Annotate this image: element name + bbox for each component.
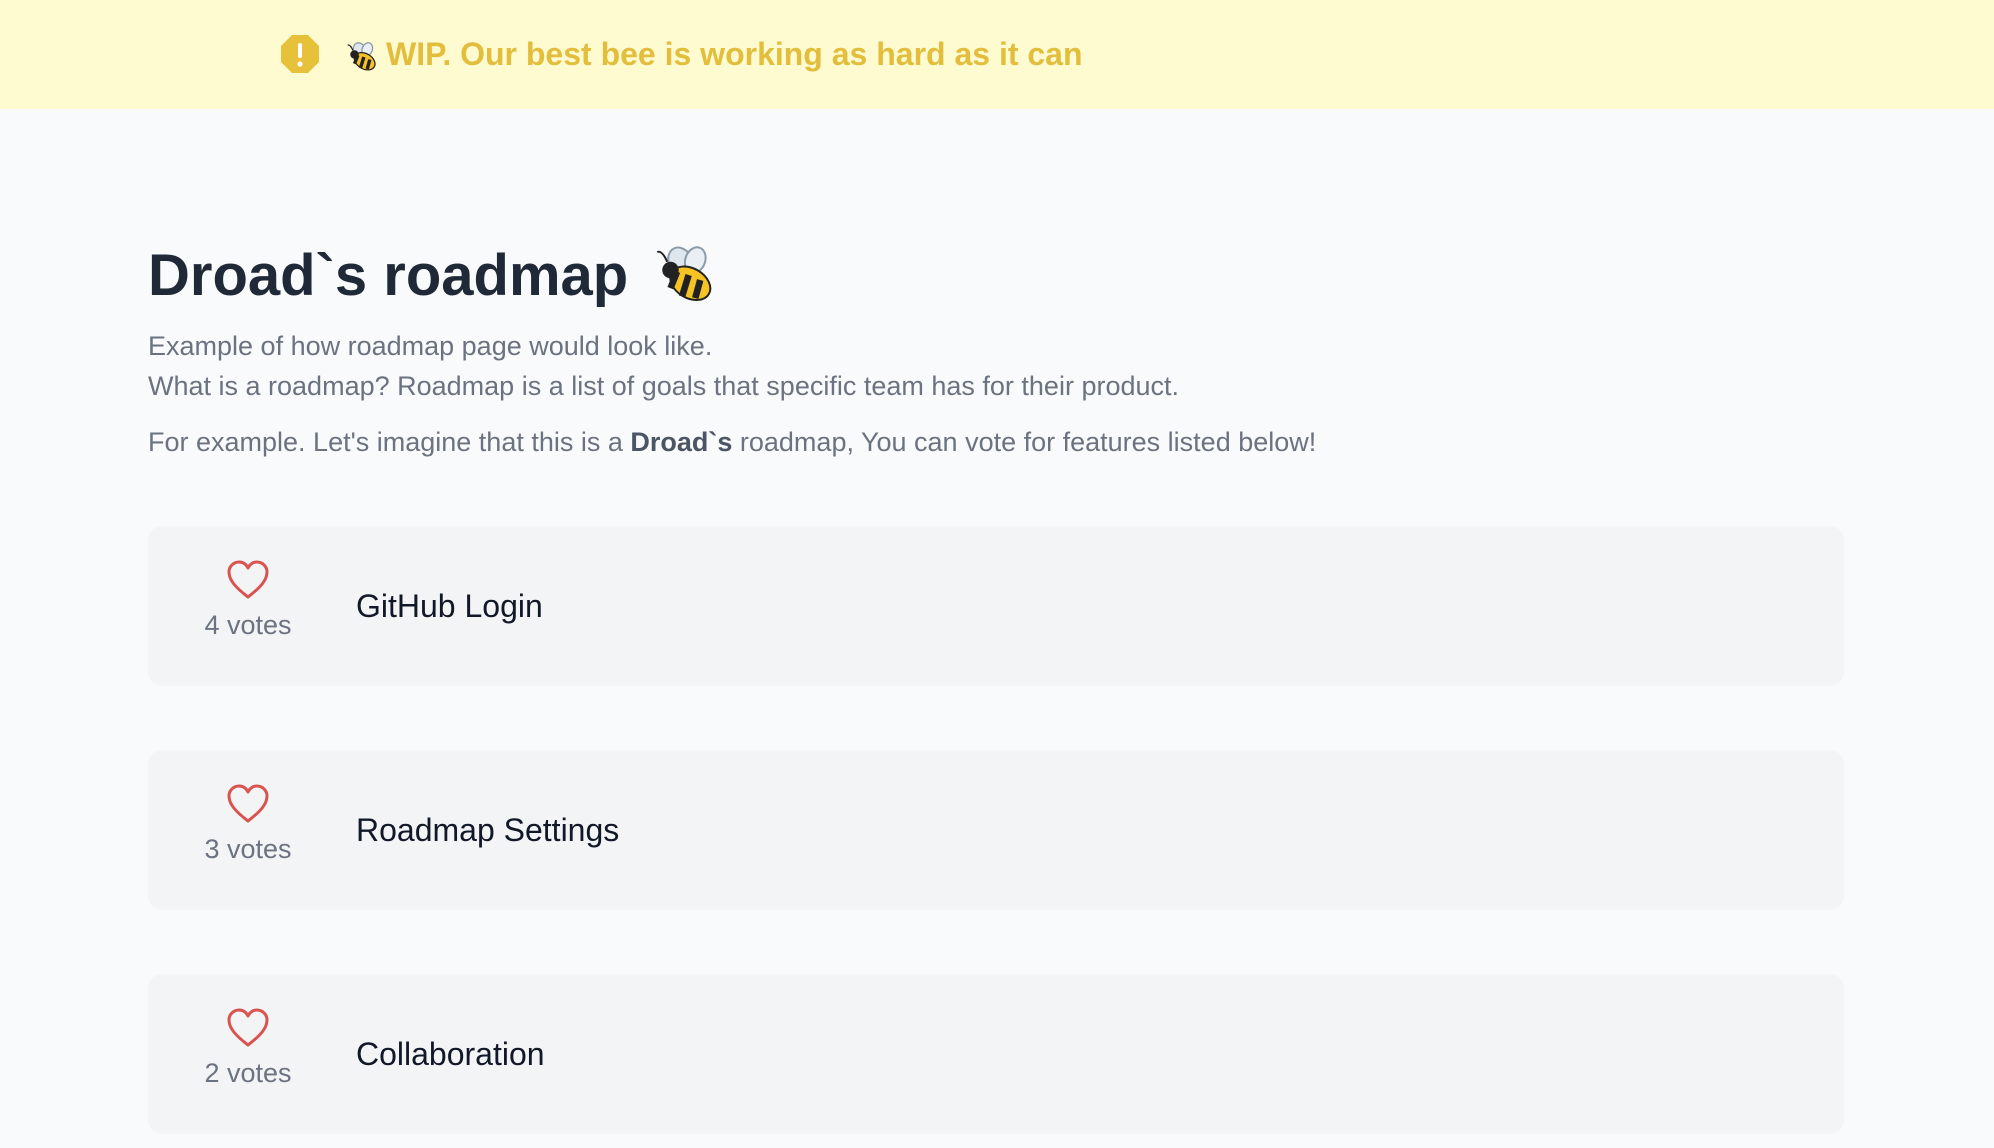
description-line-2: What is a roadmap? Roadmap is a list of … xyxy=(148,371,1179,401)
description-prefix: For example. Let's imagine that this is … xyxy=(148,427,631,457)
heart-icon[interactable] xyxy=(226,1008,270,1048)
description-line-1: Example of how roadmap page would look l… xyxy=(148,331,713,361)
feature-title: Collaboration xyxy=(356,1036,545,1072)
description-bold-name: Droad`s xyxy=(630,427,733,457)
heart-icon[interactable] xyxy=(226,560,270,600)
feature-title: GitHub Login xyxy=(356,588,543,624)
page-title: Droad`s roadmap xyxy=(148,236,720,316)
vote-button[interactable]: 3 votes xyxy=(198,784,298,874)
feature-card: 3 votes Roadmap Settings xyxy=(148,750,1844,910)
wip-banner: WIP. Our best bee is working as hard as … xyxy=(0,0,1994,109)
heart-icon[interactable] xyxy=(226,784,270,824)
bee-icon xyxy=(347,41,376,71)
description-suffix: roadmap, You can vote for features liste… xyxy=(732,427,1317,457)
exclamation-octagon-icon xyxy=(281,35,319,73)
vote-button[interactable]: 4 votes xyxy=(198,560,298,650)
banner-message: WIP. Our best bee is working as hard as … xyxy=(346,34,1083,74)
vote-count: 2 votes xyxy=(204,1058,292,1088)
feature-card: 4 votes GitHub Login xyxy=(148,526,1844,686)
vote-count: 4 votes xyxy=(204,610,292,640)
banner-text: WIP. Our best bee is working as hard as … xyxy=(386,36,1083,72)
bee-icon xyxy=(657,245,712,301)
page-title-text: Droad`s roadmap xyxy=(148,243,629,308)
description-line-3: For example. Let's imagine that this is … xyxy=(148,424,1316,460)
vote-count: 3 votes xyxy=(204,834,292,864)
vote-button[interactable]: 2 votes xyxy=(198,1008,298,1098)
feature-title: Roadmap Settings xyxy=(356,812,620,848)
feature-card: 2 votes Collaboration xyxy=(148,974,1844,1134)
